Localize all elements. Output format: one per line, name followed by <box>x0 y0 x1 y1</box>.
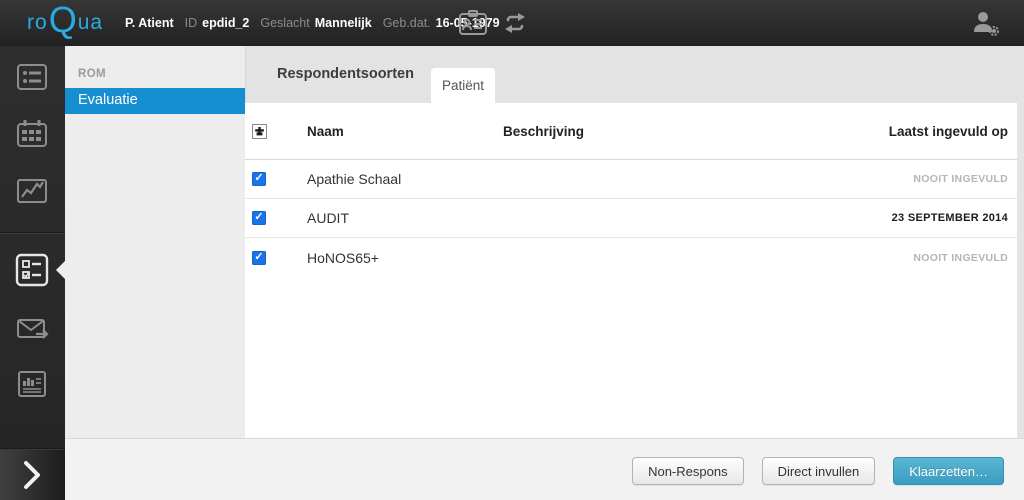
last-filled-status: NOOIT INGEVULD <box>913 173 1008 185</box>
user-settings-icon[interactable] <box>970 9 1000 37</box>
patient-gender-value: Mannelijk <box>314 16 372 30</box>
questionnaire-table: Naam Beschrijving Laatst ingevuld op Apa… <box>245 103 1017 438</box>
sidebar-item-evaluation[interactable] <box>14 252 50 288</box>
patient-id-label: ID <box>184 16 198 30</box>
questionnaire-name: AUDIT <box>307 210 349 226</box>
logo-text: Q <box>48 0 77 40</box>
roqua-app: ro Qua P. Atient ID epdid_2 Geslacht Mann… <box>0 0 1024 500</box>
column-header-laatst-ingevuld[interactable]: Laatst ingevuld op <box>788 103 1008 159</box>
sidebar-item-calendar[interactable] <box>14 116 50 152</box>
select-all-checkbox[interactable] <box>252 123 267 139</box>
logo-text: ua <box>77 11 104 34</box>
sidebar-divider <box>0 232 65 234</box>
sidebar-item-charts[interactable] <box>14 173 50 209</box>
switch-patient-icon[interactable] <box>500 9 530 37</box>
row-checkbox-checked[interactable] <box>252 171 266 186</box>
patient-gender-label: Geslacht <box>260 16 310 30</box>
patient-birthdate-label: Geb.dat. <box>382 16 431 30</box>
topbar: ro Qua P. Atient ID epdid_2 Geslacht Mann… <box>0 0 1024 46</box>
last-filled-status: NOOIT INGEVULD <box>913 251 1008 264</box>
subnav-section-label: ROM <box>78 68 107 80</box>
patient-id-value: epdid_2 <box>202 16 250 30</box>
tab-patient[interactable]: Patiënt <box>431 68 496 103</box>
table-row[interactable]: HoNOS65+ NOOIT INGEVULD <box>245 238 1017 277</box>
questionnaire-name: Apathie Schaal <box>307 171 402 187</box>
rom-subnav: ROM Evaluatie <box>65 46 245 438</box>
sidebar-item-reports[interactable] <box>14 366 50 402</box>
row-checkbox-checked[interactable] <box>252 210 266 225</box>
direct-invullen-button[interactable]: Direct invullen <box>761 457 876 485</box>
action-footer: Non-Respons Direct invullen Klaarzetten… <box>65 438 1024 500</box>
table-header-row: Naam Beschrijving Laatst ingevuld op <box>245 103 1017 160</box>
logo-text: ro <box>27 11 48 34</box>
roqua-logo[interactable]: ro Qua <box>27 0 103 46</box>
chevron-right-icon[interactable] <box>18 456 46 494</box>
last-filled-date: 23 SEPTEMBER 2014 <box>891 212 1008 224</box>
sidebar-item-mail[interactable] <box>14 311 50 347</box>
table-row[interactable]: AUDIT 23 SEPTEMBER 2014 <box>245 199 1017 238</box>
row-checkbox-checked[interactable] <box>252 250 266 265</box>
sidebar-expand-section <box>0 450 65 500</box>
table-row[interactable]: Apathie Schaal NOOIT INGEVULD <box>245 160 1017 199</box>
tabstrip: Respondentsoorten Patiënt <box>245 46 1024 103</box>
patient-info-bar: P. Atient ID epdid_2 Geslacht Mannelijk … <box>125 0 500 46</box>
tab-respondentsoorten[interactable]: Respondentsoorten <box>277 46 414 103</box>
column-header-naam[interactable]: Naam <box>307 103 503 159</box>
patient-name: P. Atient <box>125 16 174 30</box>
sidebar-item-questionnaires[interactable] <box>14 59 50 95</box>
active-section-arrow <box>56 261 65 279</box>
non-respons-button[interactable]: Non-Respons <box>632 457 744 485</box>
subnav-item-evaluatie[interactable]: Evaluatie <box>65 88 245 114</box>
patient-card-icon[interactable] <box>458 9 488 37</box>
klaarzetten-button[interactable]: Klaarzetten… <box>893 457 1004 485</box>
questionnaire-name: HoNOS65+ <box>307 249 379 266</box>
